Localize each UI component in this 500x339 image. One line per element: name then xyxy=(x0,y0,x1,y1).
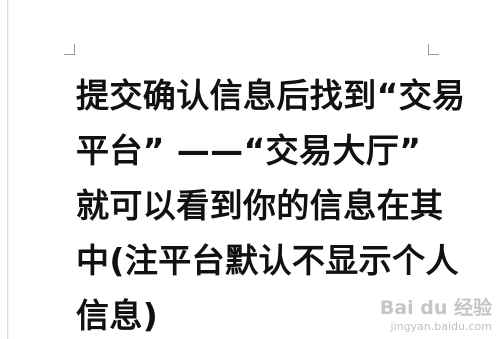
text-line-2: 平台” ——“交易大厅” xyxy=(76,131,422,170)
watermark-logo: Bai du 经验 xyxy=(379,297,492,319)
text-line-3: 就可以看到你的信息在其 xyxy=(76,186,444,225)
document-page: 提交确认信息后找到“交易 平台” ——“交易大厅” 就可以看到你的信息在其 中(… xyxy=(0,0,500,339)
crop-mark-top-left xyxy=(64,44,75,55)
text-line-4: 中(注平台默认不显示个人 xyxy=(76,241,459,280)
crop-mark-top-right xyxy=(428,44,439,55)
baidu-jingyan-watermark: Bai du 经验 jingyan.baidu.com xyxy=(374,293,492,333)
watermark-url: jingyan.baidu.com xyxy=(390,320,492,333)
page-left-edge xyxy=(0,0,8,339)
text-line-1: 提交确认信息后找到“交易 xyxy=(76,76,466,115)
